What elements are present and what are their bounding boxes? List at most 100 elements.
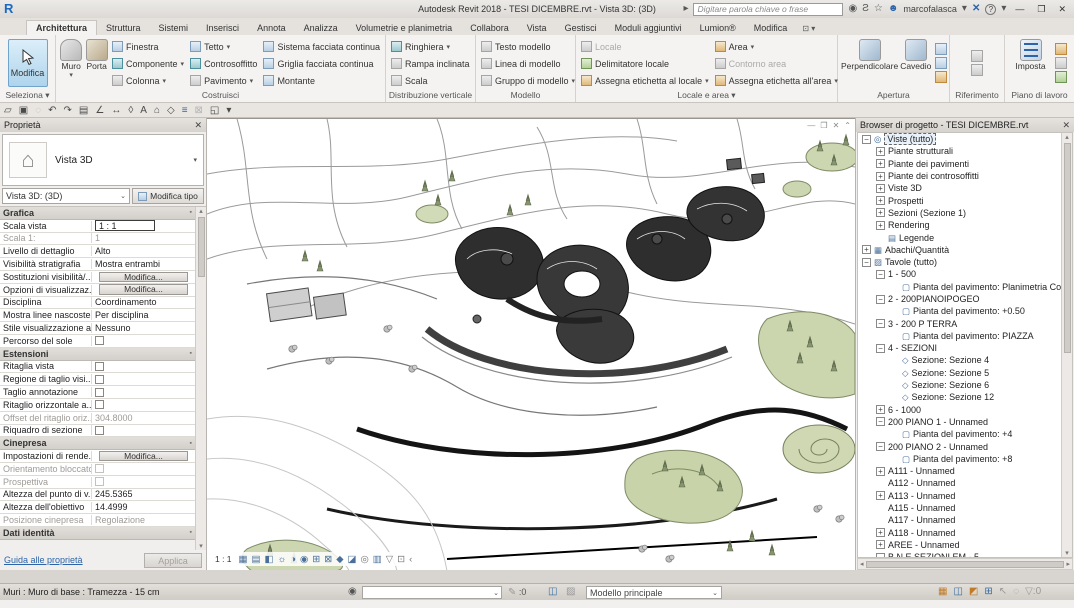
measure-icon[interactable]: ∠	[95, 104, 104, 117]
borrowers-icon[interactable]: ◩	[969, 586, 978, 598]
property-value[interactable]	[92, 375, 195, 384]
tab-sistemi[interactable]: Sistemi	[150, 21, 198, 35]
tree-item-label[interactable]: 200 PIANO 1 - Unnamed	[888, 417, 988, 427]
scale-icon[interactable]: ▦	[239, 554, 248, 565]
expand-icon[interactable]: +	[876, 196, 885, 205]
tree-item-label[interactable]: A115 - Unnamed	[888, 503, 955, 513]
property-value[interactable]: Mostra entrambi	[92, 259, 195, 269]
window-close-icon[interactable]: ✕	[1054, 4, 1070, 15]
collapse-icon[interactable]: −	[876, 319, 885, 328]
favorites-star-icon[interactable]: ☆	[874, 3, 883, 15]
pin-icon[interactable]: ▪	[190, 440, 192, 447]
seleziona-group-label[interactable]: Seleziona ▾	[0, 89, 55, 102]
tree-item-label[interactable]: 1 - 500	[888, 269, 916, 279]
redo-icon[interactable]: ↷	[64, 104, 72, 117]
pin-icon[interactable]: ▪	[190, 529, 192, 536]
property-value[interactable]: Modifica...	[92, 284, 195, 295]
vertical-opening-icon[interactable]	[935, 57, 947, 69]
tree-item[interactable]: −4 - SEZIONI	[858, 342, 1060, 354]
view-close-icon[interactable]: ✕	[833, 121, 840, 130]
porta-button[interactable]: Porta	[85, 37, 108, 89]
section-icon[interactable]: ◇	[167, 104, 175, 117]
etichetta-area-button[interactable]: Assegna etichetta all'area▾	[713, 72, 840, 89]
collapse-icon[interactable]: −	[876, 344, 885, 353]
property-value[interactable]: 14.4999	[92, 502, 195, 512]
collapse-icon[interactable]: −	[876, 442, 885, 451]
temporary-view-properties-icon[interactable]: ▥	[373, 554, 382, 565]
locale-area-group-label[interactable]: Locale e area ▾	[576, 89, 837, 102]
print-icon[interactable]: ▤	[79, 104, 88, 117]
imposta-button[interactable]: Imposta	[1011, 37, 1051, 89]
tree-item[interactable]: −200 PIANO 1 - Unnamed	[858, 416, 1060, 428]
links-icon[interactable]: ⊞	[984, 586, 992, 598]
expand-icon[interactable]: +	[876, 540, 885, 549]
tetto-button[interactable]: Tetto▾	[188, 38, 259, 55]
tab-inserisci[interactable]: Inserisci	[197, 21, 248, 35]
tree-item-label[interactable]: 200 PIANO 2 - Unnamed	[888, 442, 988, 452]
constraints-icon[interactable]: ⊡	[397, 554, 405, 565]
shadows-icon[interactable]: ◑	[290, 554, 296, 565]
modify-value-button[interactable]: Modifica...	[99, 451, 188, 462]
select-toggle-icon[interactable]: ↖	[999, 586, 1007, 598]
muro-button[interactable]: Muro ▾	[59, 37, 83, 89]
aligned-dimension-icon[interactable]: ↔	[111, 104, 121, 117]
collapse-icon[interactable]: −	[876, 417, 885, 426]
workplane-3d-icon[interactable]	[1055, 71, 1067, 83]
tree-item-label[interactable]: 3 - 200 P TERRA	[888, 319, 957, 329]
open-icon[interactable]: ▱	[4, 104, 12, 117]
tree-item[interactable]: ◇Sezione: Sezione 12	[858, 391, 1060, 403]
tree-item-label[interactable]: Piante dei pavimenti	[888, 159, 969, 169]
unlocked-view-icon[interactable]: ◆	[336, 554, 343, 565]
section-cinepresa[interactable]: Cinepresa▪	[0, 437, 195, 450]
show-crop-icon[interactable]: ⊠	[324, 554, 332, 565]
properties-scrollbar[interactable]: ▴▾	[195, 207, 206, 550]
tree-item[interactable]: +Sezioni (Sezione 1)	[858, 207, 1060, 219]
collapse-icon[interactable]: −	[862, 258, 871, 267]
search-binoculars-icon[interactable]: ◉	[848, 3, 857, 15]
tab-lumion-[interactable]: Lumion®	[691, 21, 745, 35]
property-input[interactable]: 1 : 1	[95, 220, 155, 231]
property-value[interactable]: Per disciplina	[92, 310, 195, 320]
expand-search-icon[interactable]: ▸	[683, 3, 688, 15]
wall-opening-icon[interactable]	[935, 43, 947, 55]
help-dropdown-icon[interactable]: ▾	[1001, 3, 1006, 15]
tree-item[interactable]: −1 - 500	[858, 268, 1060, 280]
tree-item[interactable]: A115 - Unnamed	[858, 502, 1060, 514]
design-option-dropdown[interactable]: Modello principale ⌄	[586, 586, 722, 599]
type-selector[interactable]: ⌂ Vista 3D ▾	[2, 134, 204, 186]
properties-help-link[interactable]: Guida alle proprietà	[4, 555, 83, 565]
tab-analizza[interactable]: Analizza	[295, 21, 347, 35]
modify-value-button[interactable]: Modifica...	[99, 284, 188, 295]
dormer-opening-icon[interactable]	[935, 71, 947, 83]
property-value[interactable]: Coordinamento	[92, 297, 195, 307]
tree-item[interactable]: +Prospetti	[858, 194, 1060, 206]
tree-item[interactable]: +Rendering	[858, 219, 1060, 231]
view-restore-icon[interactable]: ❒	[820, 121, 827, 130]
tree-item-label[interactable]: A112 - Unnamed	[888, 478, 955, 488]
scala-button[interactable]: Scala	[389, 72, 472, 89]
section-estensioni[interactable]: Estensioni▪	[0, 348, 195, 361]
collapse-icon[interactable]: ‹	[409, 554, 412, 565]
tab-gestisci[interactable]: Gestisci	[556, 21, 606, 35]
tree-item[interactable]: +Piante dei pavimenti	[858, 158, 1060, 170]
tree-item-label[interactable]: Abachi/Quantità	[885, 245, 949, 255]
gruppo-modello-button[interactable]: Gruppo di modello▾	[479, 72, 577, 89]
panel-display-toggle-icon[interactable]: ⊡ ▾	[802, 24, 815, 35]
save-icon[interactable]: ▣	[19, 104, 28, 117]
tree-item[interactable]: ▢Pianta del pavimento: +4	[858, 428, 1060, 440]
tree-item[interactable]: −B.N.E SEZIONI EM - 5	[858, 551, 1060, 558]
collapse-icon[interactable]: −	[876, 270, 885, 279]
switch-windows-icon[interactable]: ◱	[210, 104, 219, 117]
tree-item[interactable]: A112 - Unnamed	[858, 477, 1060, 489]
controsoffitto-button[interactable]: Controsoffitto	[188, 55, 259, 72]
property-checkbox[interactable]	[95, 362, 104, 371]
tree-item[interactable]: −3 - 200 P TERRA	[858, 317, 1060, 329]
property-value[interactable]: 245.5365	[92, 489, 195, 499]
montante-button[interactable]: Montante	[261, 72, 382, 89]
reveal-hidden-icon[interactable]: ◎	[361, 554, 369, 565]
tree-item[interactable]: −▨Tavole (tutto)	[858, 256, 1060, 268]
text-icon[interactable]: A	[140, 104, 147, 117]
detail-level-icon[interactable]: ▤	[252, 554, 261, 565]
property-value[interactable]: Nessuno	[92, 323, 195, 333]
expand-icon[interactable]: +	[876, 208, 885, 217]
